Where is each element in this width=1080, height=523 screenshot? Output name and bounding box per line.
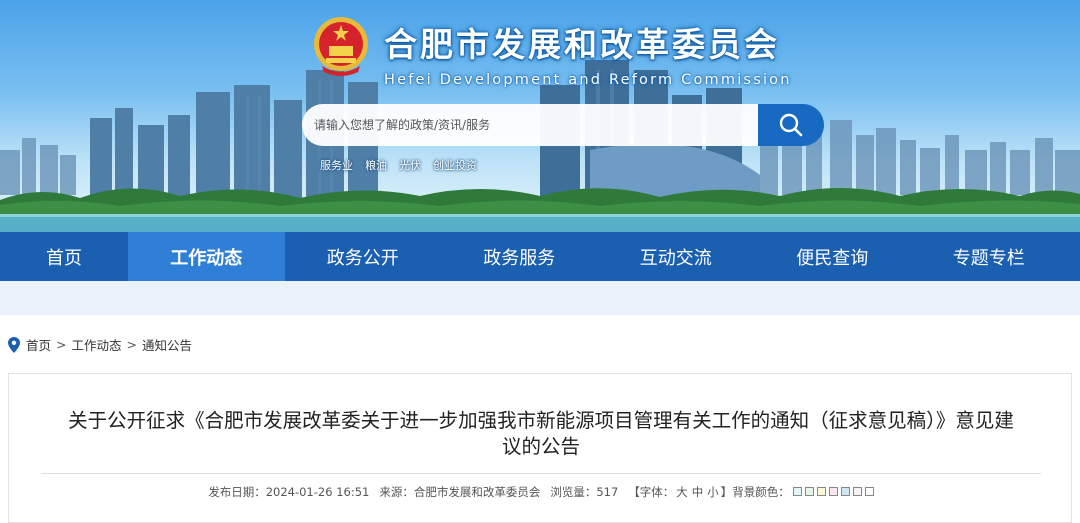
- national-emblem-icon: [314, 17, 368, 76]
- font-size-large-button[interactable]: 大: [676, 484, 688, 500]
- site-title: 合肥市发展和改革委员会: [384, 25, 780, 64]
- nav-item-interaction[interactable]: 互动交流: [598, 232, 755, 281]
- search-button[interactable]: [758, 104, 824, 146]
- bg-color-swatch[interactable]: [792, 487, 802, 496]
- source-label: 来源：: [379, 485, 414, 499]
- bg-color-swatches: [790, 485, 874, 499]
- search-icon: [779, 113, 803, 137]
- breadcrumb: 首页 > 工作动态 > 通知公告: [8, 335, 192, 354]
- publish-date: 2024-01-26 16:51: [265, 485, 370, 499]
- font-size-label: 【字体：: [628, 485, 675, 499]
- breadcrumb-work-news[interactable]: 工作动态: [72, 335, 122, 354]
- bg-color-swatch[interactable]: [804, 487, 814, 496]
- nav-item-gov-service[interactable]: 政务服务: [441, 232, 598, 281]
- hot-search-links: 服务业 粮油 光伏 创业投资: [320, 157, 477, 173]
- breadcrumb-separator: >: [56, 337, 67, 352]
- source-value: 合肥市发展和改革委员会: [413, 485, 541, 499]
- bg-color-swatch[interactable]: [864, 487, 874, 496]
- nav-item-home[interactable]: 首页: [0, 232, 128, 281]
- font-size-close: 】: [720, 485, 733, 499]
- bg-color-swatch[interactable]: [828, 487, 838, 496]
- hot-link[interactable]: 粮油: [365, 157, 387, 173]
- nav-item-gov-info[interactable]: 政务公开: [285, 232, 442, 281]
- nav-item-work-news[interactable]: 工作动态: [128, 232, 285, 281]
- date-label: 发布日期：: [208, 485, 266, 499]
- font-size-small-button[interactable]: 小: [707, 484, 719, 500]
- divider: [41, 473, 1041, 474]
- header-banner: 合肥市发展和改革委员会 Hefei Development and Reform…: [0, 0, 1080, 232]
- search-input[interactable]: [302, 104, 762, 146]
- site-logo[interactable]: 合肥市发展和改革委员会 Hefei Development and Reform…: [312, 14, 792, 88]
- bg-color-swatch[interactable]: [840, 487, 850, 496]
- bg-color-swatch[interactable]: [816, 487, 826, 496]
- article-title-line2: 议的公告: [501, 435, 580, 458]
- sub-nav-bar: [0, 281, 1080, 315]
- bg-color-label: 背景颜色：: [732, 485, 790, 499]
- views-label: 浏览量：: [550, 485, 597, 499]
- article-title: 关于公开征求《合肥市发展改革委关于进一步加强我市新能源项目管理有关工作的通知（征…: [49, 408, 1033, 460]
- breadcrumb-separator: >: [126, 337, 137, 352]
- article-meta: 发布日期： 2024-01-26 16:51 来源： 合肥市发展和改革委员会 浏…: [9, 484, 1073, 500]
- breadcrumb-notices[interactable]: 通知公告: [142, 335, 192, 354]
- nav-item-public-query[interactable]: 便民查询: [754, 232, 911, 281]
- font-size-medium-button[interactable]: 中: [692, 484, 704, 500]
- hot-link[interactable]: 光伏: [399, 157, 421, 173]
- site-subtitle: Hefei Development and Reform Commission: [384, 72, 792, 88]
- hot-link[interactable]: 服务业: [320, 157, 353, 173]
- article-card: 关于公开征求《合肥市发展改革委关于进一步加强我市新能源项目管理有关工作的通知（征…: [8, 373, 1072, 523]
- views-count: 517: [596, 485, 619, 499]
- location-pin-icon: [8, 336, 20, 353]
- breadcrumb-home[interactable]: 首页: [26, 335, 51, 354]
- nav-item-special-topics[interactable]: 专题专栏: [911, 232, 1068, 281]
- article-title-line1: 关于公开征求《合肥市发展改革委关于进一步加强我市新能源项目管理有关工作的通知（征…: [68, 409, 1014, 432]
- main-nav: 首页 工作动态 政务公开 政务服务 互动交流 便民查询 专题专栏: [0, 232, 1080, 281]
- bg-color-swatch[interactable]: [852, 487, 862, 496]
- hot-link[interactable]: 创业投资: [433, 157, 477, 173]
- search-bar: [302, 104, 824, 146]
